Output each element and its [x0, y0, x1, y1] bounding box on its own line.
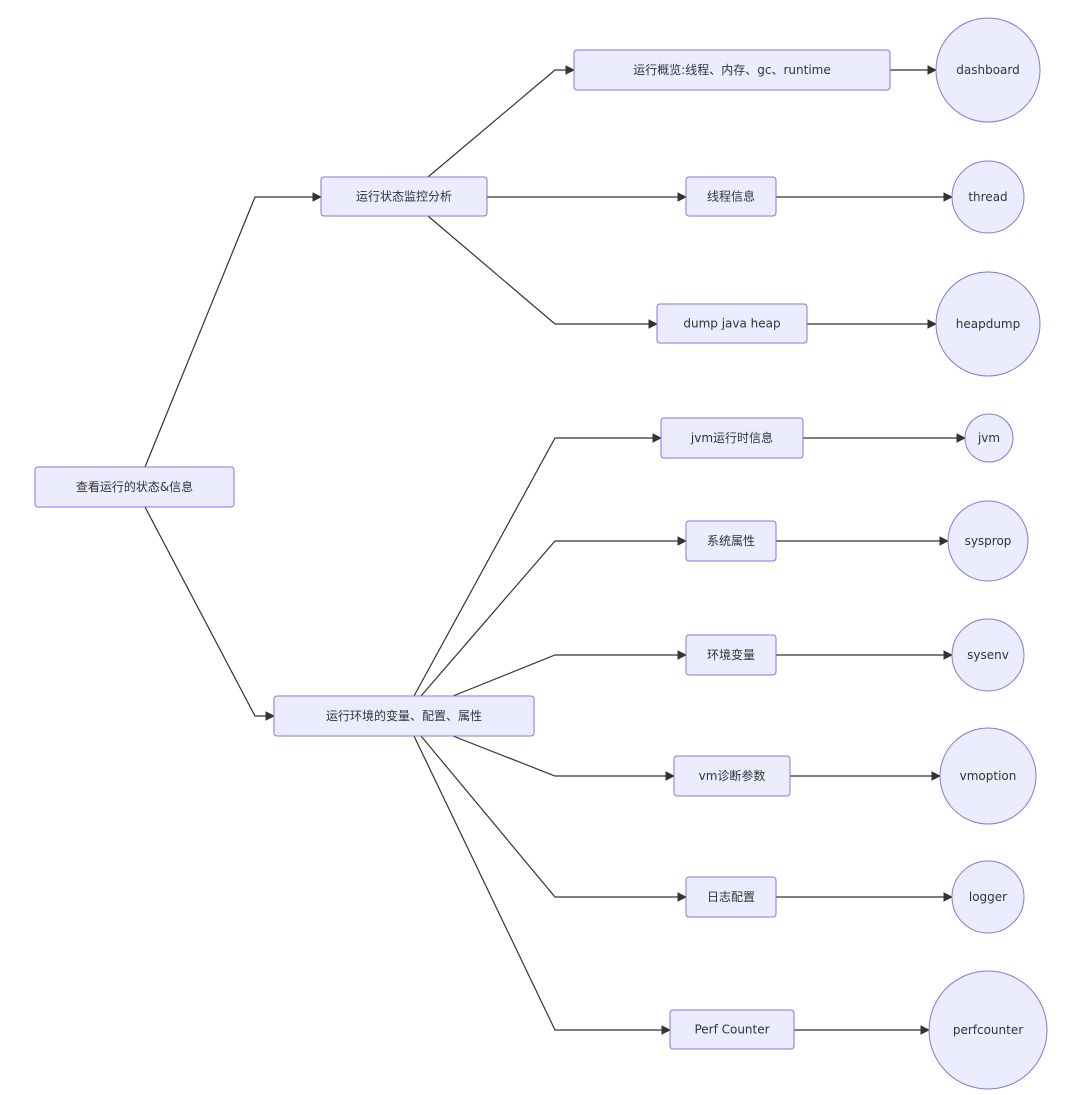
- edge-root-to-monitor: [144, 192, 322, 468]
- node-jvminfo: jvm运行时信息: [660, 417, 804, 459]
- node-label: Perf Counter: [694, 1023, 769, 1037]
- node-label: 运行状态监控分析: [356, 190, 452, 204]
- node-label: dashboard: [956, 63, 1019, 77]
- edge-env-to-logconf: [420, 735, 687, 902]
- node-label: 运行环境的变量、配置、属性: [326, 708, 482, 723]
- node-env: 运行环境的变量、配置、属性: [273, 695, 535, 737]
- node-sysprop: sysprop: [947, 500, 1029, 582]
- node-label: 线程信息: [707, 189, 755, 204]
- node-label: dump java heap: [683, 317, 780, 331]
- node-monitor: 运行状态监控分析: [320, 176, 488, 217]
- edge-env-to-sysattr: [420, 536, 687, 697]
- node-jvm: jvm: [964, 413, 1014, 463]
- node-label: sysprop: [965, 534, 1012, 548]
- node-sysenv: sysenv: [951, 618, 1025, 692]
- edge-env-to-jvminfo: [413, 433, 662, 697]
- node-label: vmoption: [960, 769, 1017, 783]
- node-dumpheap: dump java heap: [656, 303, 808, 344]
- node-perf: Perf Counter: [669, 1009, 795, 1050]
- node-logconf: 日志配置: [685, 876, 777, 918]
- node-label: vm诊断参数: [699, 768, 766, 783]
- node-label: thread: [968, 190, 1007, 204]
- node-heapdump: heapdump: [935, 271, 1041, 377]
- node-vmdiag: vm诊断参数: [673, 755, 791, 797]
- node-overview: 运行概览:线程、内存、gc、runtime: [573, 49, 891, 91]
- edge-root-to-env: [144, 506, 275, 721]
- node-root: 查看运行的状态&信息: [34, 466, 235, 508]
- node-label: 日志配置: [707, 890, 755, 904]
- edge-env-to-envvar: [452, 650, 687, 697]
- node-sysattr: 系统属性: [685, 520, 777, 562]
- node-label: 环境变量: [707, 647, 755, 662]
- node-logger: logger: [951, 860, 1025, 934]
- node-label: heapdump: [956, 317, 1021, 331]
- node-label: 系统属性: [707, 534, 755, 548]
- node-envvar: 环境变量: [685, 634, 777, 676]
- edge-env-to-perf: [413, 735, 671, 1035]
- node-thread: thread: [951, 160, 1025, 234]
- flowchart-diagram: 查看运行的状态&信息 运行状态监控分析运行环境的变量、配置、属性 运行概览:线程、内…: [34, 17, 1048, 1090]
- node-label: logger: [969, 890, 1007, 904]
- node-dashboard: dashboard: [935, 17, 1041, 123]
- edge-monitor-to-overview: [427, 65, 575, 178]
- edge-monitor-to-dumpheap: [427, 215, 658, 329]
- node-label: jvm: [977, 431, 1000, 445]
- node-threadinfo: 线程信息: [685, 176, 777, 217]
- edge-env-to-vmdiag: [452, 735, 675, 781]
- node-label: 运行概览:线程、内存、gc、runtime: [633, 62, 831, 77]
- node-perfcounter: perfcounter: [928, 970, 1048, 1090]
- node-label: jvm运行时信息: [690, 430, 773, 445]
- node-label: perfcounter: [953, 1023, 1023, 1037]
- node-label: 查看运行的状态&信息: [76, 479, 193, 494]
- node-vmoption: vmoption: [939, 727, 1037, 825]
- node-label: sysenv: [967, 648, 1009, 662]
